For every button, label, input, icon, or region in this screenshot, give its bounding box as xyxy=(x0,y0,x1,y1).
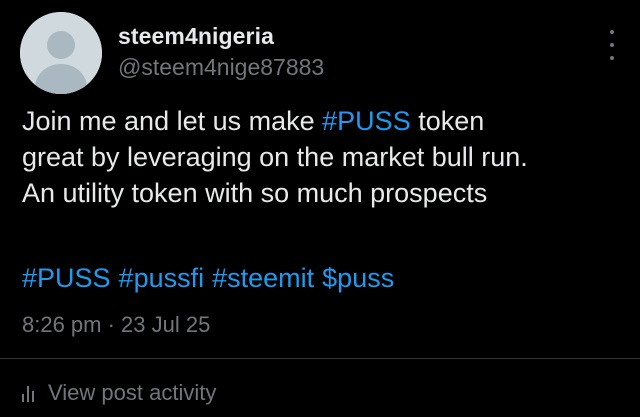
author-handle[interactable]: @steem4nige87883 xyxy=(118,52,324,82)
post-tags: #PUSS #pussfi #steemit $puss xyxy=(22,260,402,296)
hashtag-link[interactable]: #steemit xyxy=(212,263,314,293)
avatar[interactable] xyxy=(20,12,102,94)
more-dot xyxy=(610,56,614,60)
view-post-activity-label: View post activity xyxy=(48,380,217,405)
more-dot xyxy=(610,43,614,47)
hashtag-link[interactable]: #PUSS xyxy=(322,106,411,136)
hashtag-link[interactable]: #PUSS xyxy=(22,263,111,293)
post-text-line: An utility token with so much prospects xyxy=(22,178,488,208)
post-card: steem4nigeria @steem4nige87883 Join me a… xyxy=(0,0,640,417)
post-timestamp[interactable]: 8:26 pm · 23 Jul 25 xyxy=(22,310,210,340)
hashtag-link[interactable]: #pussfi xyxy=(119,263,205,293)
author-display-name[interactable]: steem4nigeria xyxy=(118,22,324,50)
bar-chart-icon xyxy=(22,384,34,402)
more-dot xyxy=(610,30,614,34)
post-text: Join me and let us make #PUSS token grea… xyxy=(22,103,622,211)
post-text-line: great by leveraging on the market bull r… xyxy=(22,142,528,172)
divider xyxy=(0,358,640,359)
post-text-line: Join me and let us make #PUSS token xyxy=(22,103,622,139)
post-text-segment: Join me and let us make xyxy=(22,106,323,136)
view-post-activity-button[interactable]: View post activity xyxy=(22,380,216,406)
default-avatar-icon xyxy=(20,12,102,94)
cashtag-link[interactable]: $puss xyxy=(322,263,394,293)
author-block: steem4nigeria @steem4nige87883 xyxy=(118,22,324,82)
more-vertical-icon[interactable] xyxy=(606,30,618,60)
post-text-segment: token xyxy=(410,106,485,136)
